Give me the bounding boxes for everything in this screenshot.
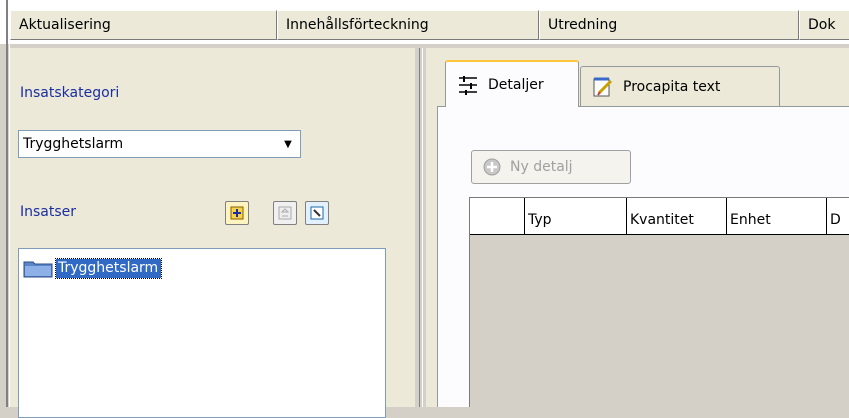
remove-insats-button[interactable] xyxy=(273,201,297,225)
edit-insats-icon xyxy=(310,206,324,220)
edit-insats-button[interactable] xyxy=(305,201,329,225)
tree-item-trygghetslarm[interactable]: Trygghetslarm xyxy=(23,257,163,279)
dropdown-arrow-icon[interactable]: ▼ xyxy=(280,136,296,152)
details-grid[interactable]: Typ Kvantitet Enhet D xyxy=(469,197,849,407)
column-header-aktualisering[interactable]: Aktualisering xyxy=(10,10,277,40)
ny-detalj-button[interactable]: Ny detalj xyxy=(471,150,631,184)
add-circle-icon xyxy=(483,158,501,176)
insatser-tree[interactable]: Trygghetslarm xyxy=(18,248,386,418)
column-header-utredning[interactable]: Utredning xyxy=(539,10,799,40)
panel-splitter[interactable] xyxy=(416,48,426,407)
insatser-label: Insatser xyxy=(20,204,77,220)
insatskategori-dropdown[interactable]: Trygghetslarm ▼ xyxy=(18,130,301,158)
remove-insats-icon xyxy=(278,206,292,220)
details-icon xyxy=(459,75,477,95)
insatskategori-label: Insatskategori xyxy=(20,85,120,101)
grid-header-d[interactable]: D xyxy=(827,198,849,235)
add-insats-icon xyxy=(230,206,244,220)
left-border xyxy=(6,0,8,407)
grid-header-row-selector xyxy=(470,198,525,235)
tab-procapita-text[interactable]: Procapita text xyxy=(580,66,780,106)
notepad-pencil-icon xyxy=(593,77,613,96)
column-header-innehallsforteckning[interactable]: Innehållsförteckning xyxy=(277,10,539,40)
tab-detaljer[interactable]: Detaljer xyxy=(445,60,579,107)
folder-icon xyxy=(23,261,53,278)
tree-item-label: Trygghetslarm xyxy=(54,257,163,279)
tab-detaljer-label: Detaljer xyxy=(488,76,544,93)
grid-header-kvantitet[interactable]: Kvantitet xyxy=(627,198,727,235)
add-insats-button[interactable] xyxy=(225,201,249,225)
top-column-header-bar: Aktualisering Innehållsförteckning Utred… xyxy=(0,0,849,44)
tab-procapita-text-label: Procapita text xyxy=(623,78,721,95)
grid-header-enhet[interactable]: Enhet xyxy=(727,198,827,235)
insatskategori-value: Trygghetslarm xyxy=(23,136,124,152)
ny-detalj-label: Ny detalj xyxy=(510,159,573,175)
column-header-dok[interactable]: Dok xyxy=(799,10,849,40)
grid-header-typ[interactable]: Typ xyxy=(525,198,627,235)
